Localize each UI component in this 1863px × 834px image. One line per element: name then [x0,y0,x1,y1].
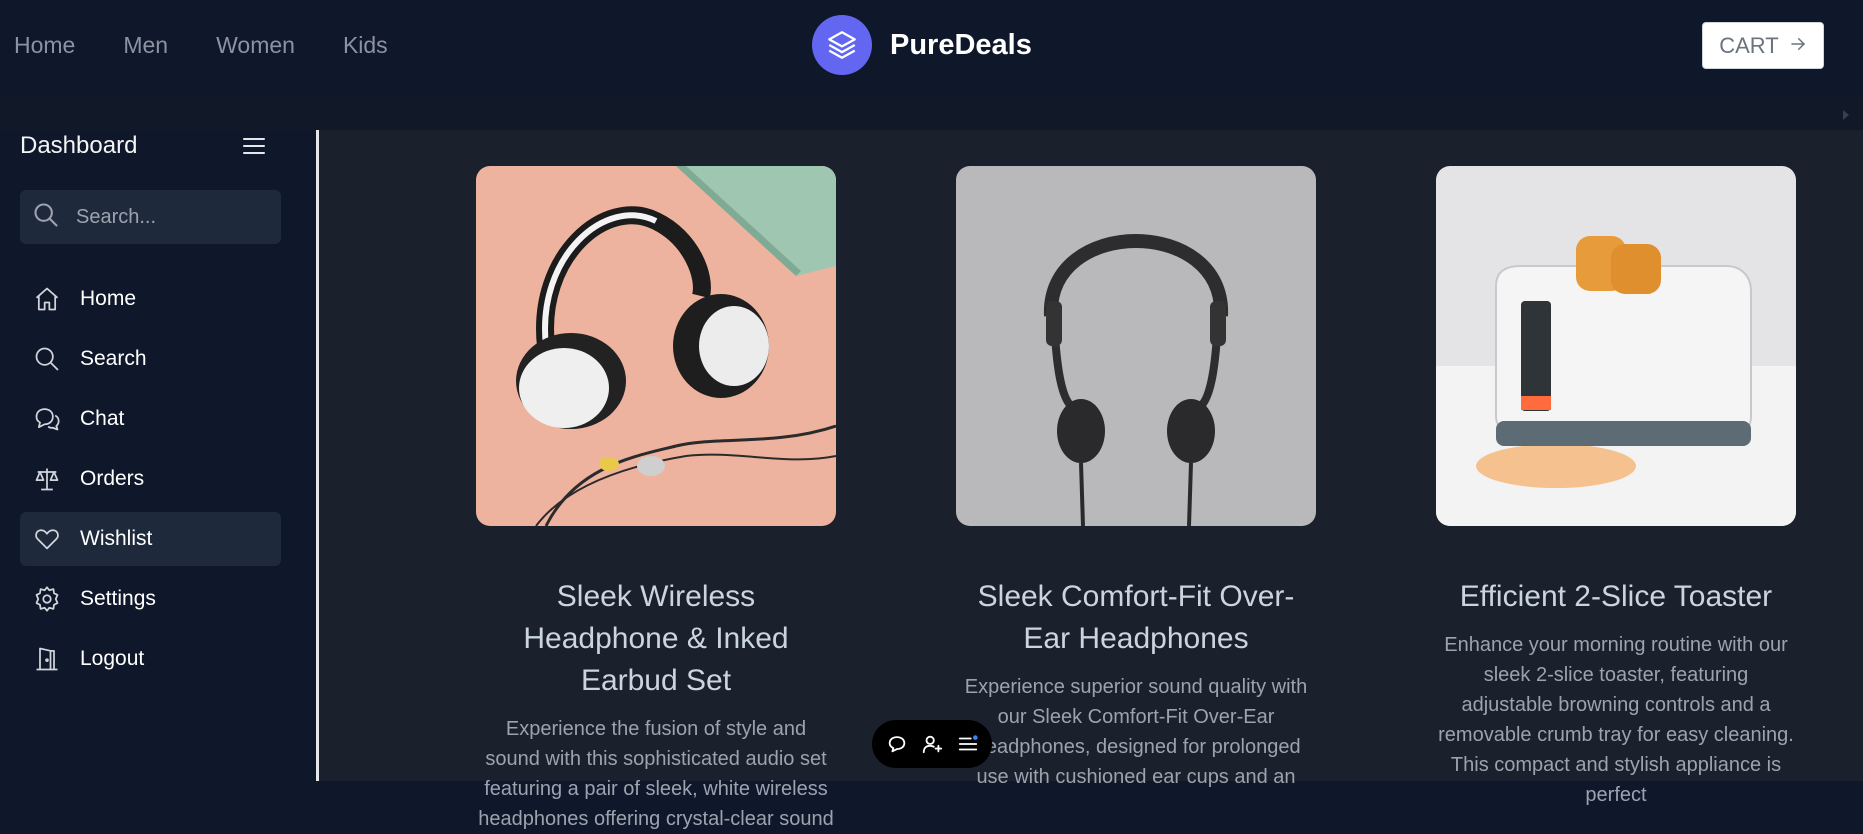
product-title[interactable]: Sleek Wireless Headphone & Inked Earbud … [476,576,836,702]
chat-bubble-icon[interactable] [886,733,908,755]
layers-icon [812,15,872,75]
sidebar-item-label: Settings [80,587,156,610]
hamburger-menu-icon[interactable] [242,134,266,158]
sidebar-item-label: Chat [80,407,125,430]
sidebar-item-home[interactable]: Home [20,272,281,326]
scale-icon [32,464,62,494]
nav-link-kids[interactable]: Kids [343,32,388,59]
nav-link-women[interactable]: Women [216,32,295,59]
search-input[interactable] [74,204,258,230]
brand-name: PureDeals [890,28,1032,61]
main-nav: Home Men Women Kids [14,32,388,59]
home-icon [32,284,62,314]
arrow-right-icon [1789,33,1807,59]
product-title[interactable]: Efficient 2-Slice Toaster [1436,576,1796,618]
floating-toolbar [872,720,992,768]
sidebar-item-settings[interactable]: Settings [20,572,281,626]
scroll-right-icon[interactable] [1843,110,1849,120]
product-title[interactable]: Sleek Comfort-Fit Over-Ear Headphones [956,576,1316,660]
top-navbar: Home Men Women Kids PureDeals CART [0,0,1863,96]
product-description: Experience superior sound quality with o… [964,676,1308,788]
door-icon [32,644,62,674]
list-notification-icon[interactable] [957,733,979,755]
product-card[interactable]: Sleek Wireless Headphone & Inked Earbud … [476,166,836,834]
sidebar-item-wishlist[interactable]: Wishlist [20,512,281,566]
brand[interactable]: PureDeals [812,15,1032,75]
sidebar-search [20,190,281,244]
chat-icon [32,404,62,434]
sidebar-item-label: Orders [80,467,145,490]
sidebar-title: Dashboard [20,132,138,159]
sidebar-menu: Home Search Chat Orders Wishlist Setting… [20,272,281,692]
product-description: Enhance your morning routine with our sl… [1438,634,1794,806]
cart-button[interactable]: CART [1702,22,1824,69]
add-user-icon[interactable] [921,733,943,755]
product-image[interactable] [1436,166,1796,526]
sidebar-item-logout[interactable]: Logout [20,632,281,686]
product-image[interactable] [956,166,1316,526]
sidebar-item-search[interactable]: Search [20,332,281,386]
product-card[interactable]: Efficient 2-Slice Toaster Enhance your m… [1436,166,1796,810]
nav-link-home[interactable]: Home [14,32,75,59]
header-strip [0,96,1863,130]
cart-label: CART [1719,32,1779,58]
sidebar-item-label: Wishlist [80,527,153,550]
sidebar-item-orders[interactable]: Orders [20,452,281,506]
sidebar-item-chat[interactable]: Chat [20,392,281,446]
nav-link-men[interactable]: Men [123,32,168,59]
sidebar-item-label: Logout [80,647,145,670]
product-description: Experience the fusion of style and sound… [478,718,834,830]
product-image[interactable] [476,166,836,526]
gear-icon [32,584,62,614]
search-icon [32,344,62,374]
search-icon [32,201,60,234]
sidebar-item-label: Search [80,347,147,370]
heart-icon [32,524,62,554]
sidebar-item-label: Home [80,287,137,310]
product-card[interactable]: Sleek Comfort-Fit Over-Ear Headphones Ex… [956,166,1316,792]
